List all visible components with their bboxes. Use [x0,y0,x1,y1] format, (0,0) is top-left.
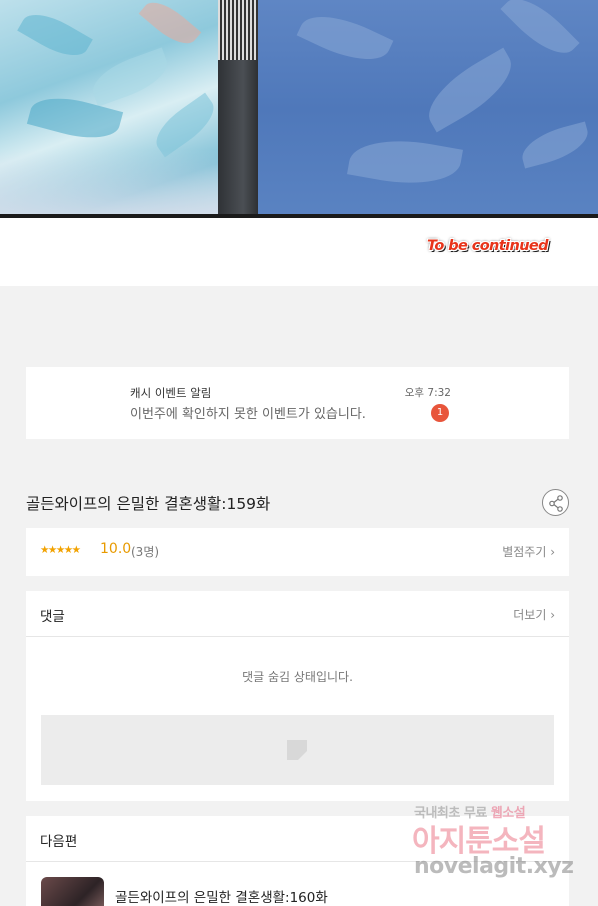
comments-more-button[interactable]: 더보기 › [513,606,555,623]
rating-bar: ★★★★★ 10.0 (3명) 별점주기 › [26,528,569,576]
next-episode-title[interactable]: 골든와이프의 은밀한 결혼생활:160화 [115,886,328,906]
rate-button[interactable]: 별점주기 › [502,543,555,560]
notification-time: 오후 7:32 [404,387,451,399]
comments-section: 댓글 더보기 › 댓글 숨김 상태입니다. [26,591,569,801]
comments-hidden-message: 댓글 숨김 상태입니다. [242,670,353,684]
share-button[interactable] [542,489,569,516]
divider [26,636,569,637]
next-episode-header: 다음편 [40,834,78,850]
comments-header: 댓글 [40,609,65,625]
ad-placeholder[interactable] [41,715,554,785]
ad-placeholder-icon [287,740,307,760]
share-icon [549,495,563,512]
next-episode-thumbnail[interactable] [41,877,104,906]
notification-message: 이번주에 확인하지 못한 이벤트가 있습니다. [130,407,366,422]
comic-caption-area: To be continued [0,218,598,286]
rating-votes: (3명) [131,545,160,559]
star-rating-icons: ★★★★★ [40,544,81,556]
to-be-continued-caption: To be continued [427,238,549,254]
notification-title: 캐시 이벤트 알림 [130,386,212,400]
notification-badge: 1 [431,404,449,422]
comic-panel [0,0,598,218]
rating-score: 10.0 [100,541,132,557]
episode-title: 골든와이프의 은밀한 결혼생활:159화 [26,495,271,513]
cash-event-notification[interactable]: 캐시 이벤트 알림 이번주에 확인하지 못한 이벤트가 있습니다. 오후 7:3… [26,367,569,439]
comic-dark-figure [218,60,260,218]
site-watermark: 국내최초 무료 웹소설 아지툰소설 novelagit.xyz [412,800,580,890]
watermark-line3: novelagit.xyz [414,854,574,879]
